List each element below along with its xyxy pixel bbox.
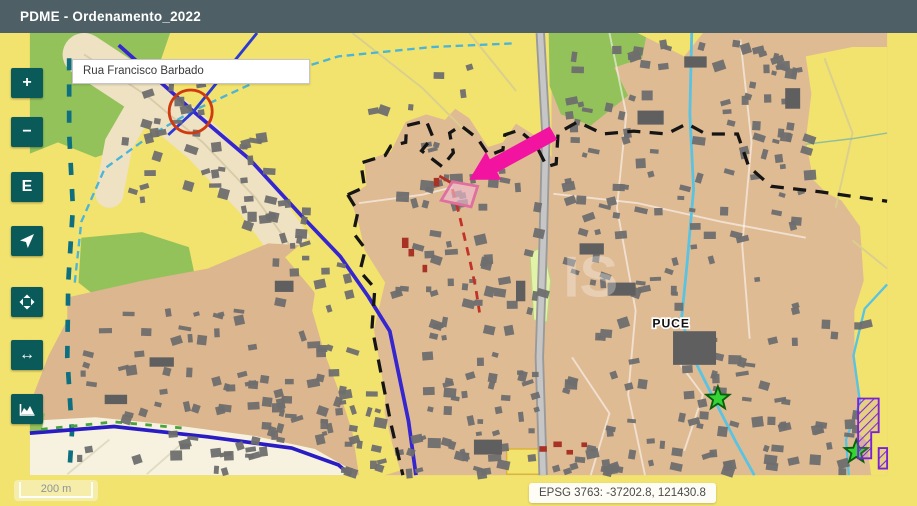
- header-bar: PDME - Ordenamento_2022: [0, 0, 917, 33]
- target-diamond-icon: [19, 294, 35, 310]
- zoom-in-button[interactable]: +: [11, 68, 43, 98]
- coordinates-readout: EPSG 3763: -37202.8, 121430.8: [529, 483, 716, 503]
- extent-button[interactable]: E: [11, 172, 43, 202]
- plus-icon: +: [22, 74, 31, 92]
- map-viewport[interactable]: IS PUC: [0, 33, 917, 506]
- navigation-arrow-icon: [19, 233, 35, 249]
- zone-lot-bottom-center: [507, 449, 543, 474]
- zoom-out-button[interactable]: −: [11, 117, 43, 147]
- map-application: PDME - Ordenamento_2022: [0, 0, 917, 506]
- center-map-button[interactable]: [11, 287, 43, 317]
- measure-button[interactable]: ↔: [11, 340, 43, 370]
- area-chart-icon: [19, 401, 36, 417]
- extent-letter-icon: E: [22, 178, 33, 196]
- street-tooltip-label: Rua Francisco Barbado: [72, 59, 310, 84]
- minus-icon: −: [22, 123, 31, 141]
- geolocate-button[interactable]: [11, 226, 43, 256]
- page-title: PDME - Ordenamento_2022: [0, 9, 201, 24]
- profile-chart-button[interactable]: [11, 394, 43, 424]
- scale-bar: 200 m: [14, 480, 98, 501]
- place-label: PUCE: [652, 316, 689, 330]
- horizontal-arrows-icon: ↔: [19, 346, 35, 364]
- map-canvas: IS PUC: [0, 33, 917, 506]
- scale-bar-label: 200 m: [19, 482, 93, 498]
- watermark-text: IS: [563, 246, 618, 310]
